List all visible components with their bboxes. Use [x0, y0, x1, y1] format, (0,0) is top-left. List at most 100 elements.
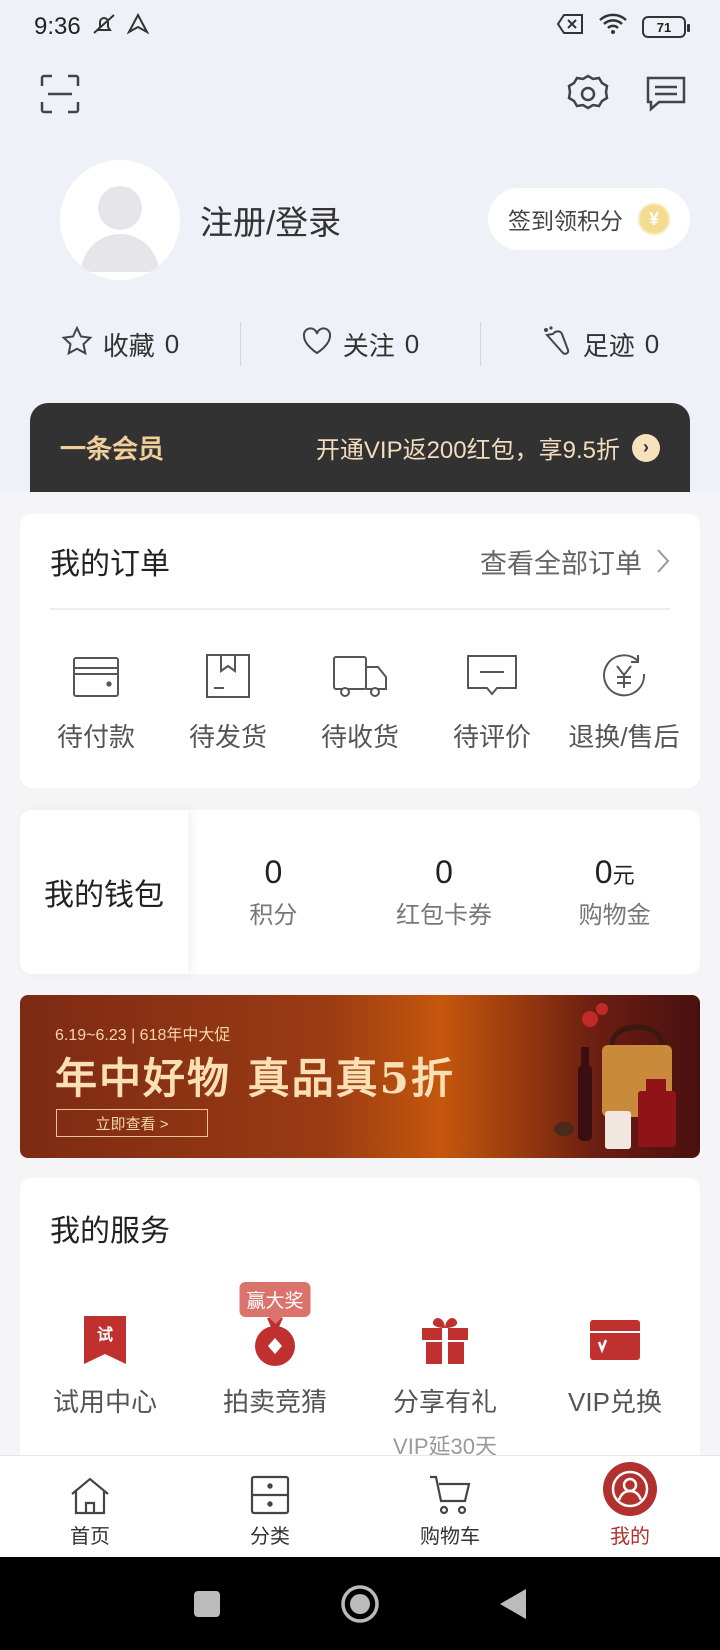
stats-row: 收藏 0 关注 0 足迹 0 [0, 316, 720, 372]
wallet-points[interactable]: 0 积分 [188, 810, 359, 974]
stat-label: 关注 [342, 330, 395, 361]
service-share-gift[interactable]: 分享有礼 VIP延30天 [360, 1282, 530, 1461]
order-label: 退换/售后 [568, 722, 680, 752]
tab-cart[interactable]: 购物车 [360, 1456, 540, 1557]
tab-label: 首页 [70, 1526, 110, 1548]
order-pending-review[interactable]: 待评价 [426, 652, 558, 754]
navigation-icon [126, 12, 150, 42]
wallet-card: 我的钱包 0 积分 0 红包卡券 0元 购物金 [20, 810, 700, 974]
home-icon [71, 1477, 109, 1515]
wallet-shopping-credit[interactable]: 0元 购物金 [529, 810, 700, 974]
status-time: 9:36 [34, 13, 81, 40]
star-icon [61, 325, 93, 364]
stat-following[interactable]: 关注 0 [240, 316, 480, 372]
order-pending-receipt[interactable]: 待收货 [294, 652, 426, 754]
orders-card: 我的订单 查看全部订单 待付款 待发货 待收货 待评价 退换/售后 [20, 514, 700, 788]
vip-card-icon [590, 1320, 640, 1360]
refund-icon [600, 652, 648, 705]
checkin-label: 签到领积分 [508, 208, 623, 234]
tab-label: 我的 [610, 1526, 650, 1548]
recents-icon[interactable] [192, 1589, 222, 1619]
order-refund-aftersale[interactable]: 退换/售后 [558, 652, 690, 754]
order-pending-payment[interactable]: 待付款 [30, 652, 162, 754]
vip-membership-bar[interactable]: 一条会员 开通VIP返200红包，享9.5折 › [30, 403, 690, 492]
footprint-icon [541, 325, 573, 364]
home-circle-icon[interactable] [340, 1584, 380, 1624]
orders-title: 我的订单 [50, 548, 170, 581]
wallet-coupons[interactable]: 0 红包卡券 [359, 810, 530, 974]
system-navigation-bar [0, 1557, 720, 1650]
order-label: 待付款 [56, 722, 135, 752]
wallet-label: 购物金 [578, 902, 651, 929]
wallet-unit: 元 [612, 863, 635, 888]
view-all-orders-link[interactable]: 查看全部订单 [480, 542, 670, 581]
services-list: 试 试用中心 赢大奖 拍卖竞猜 分享有礼 VIP延30天 VIP兑换 [20, 1282, 700, 1461]
services-title: 我的服务 [50, 1215, 170, 1248]
stat-label: 足迹 [582, 330, 635, 361]
wallet-items: 0 积分 0 红包卡券 0元 购物金 [188, 810, 700, 974]
settings-gear-icon[interactable] [566, 72, 610, 116]
wallet-icon [71, 652, 121, 705]
svg-text:试: 试 [97, 1325, 113, 1344]
mute-icon [91, 12, 117, 43]
order-status-list: 待付款 待发货 待收货 待评价 退换/售后 [20, 610, 700, 754]
category-icon [250, 1475, 290, 1515]
banner-view-button[interactable]: 立即查看 > [56, 1109, 208, 1137]
wallet-value: 0 [264, 854, 283, 890]
coin-icon: ¥ [638, 203, 670, 235]
service-label: 拍卖竞猜 [222, 1387, 327, 1417]
view-all-orders-label: 查看全部订单 [480, 548, 642, 579]
sim-off-icon [556, 13, 584, 42]
heart-icon [301, 326, 333, 363]
wallet-label: 积分 [249, 902, 298, 929]
stat-count: 0 [644, 328, 660, 359]
tab-home[interactable]: 首页 [0, 1456, 180, 1557]
comment-icon [465, 652, 519, 705]
stat-footprints[interactable]: 足迹 0 [480, 316, 720, 372]
chevron-right-icon: › [632, 433, 660, 462]
truck-icon [331, 652, 389, 705]
order-label: 待发货 [188, 722, 267, 752]
scan-icon[interactable] [38, 72, 82, 116]
avatar[interactable] [60, 160, 180, 280]
prize-badge: 赢大奖 [239, 1282, 311, 1317]
order-label: 待收货 [320, 722, 399, 752]
package-icon [204, 652, 252, 705]
stat-label: 收藏 [102, 330, 155, 361]
service-trial-center[interactable]: 试 试用中心 [20, 1282, 190, 1461]
top-toolbar [38, 72, 688, 116]
services-card: 我的服务 试 试用中心 赢大奖 拍卖竞猜 分享有礼 VIP延30天 VIP兑换 [20, 1178, 700, 1468]
stat-count: 0 [404, 328, 420, 359]
wallet-value: 0 [435, 854, 453, 890]
service-auction[interactable]: 赢大奖 拍卖竞猜 [190, 1282, 360, 1461]
tab-label: 分类 [250, 1526, 290, 1548]
checkin-button[interactable]: 签到领积分 ¥ [488, 188, 690, 250]
vip-promo-text: 开通VIP返200红包，享9.5折 [315, 437, 620, 464]
stat-count: 0 [164, 328, 180, 359]
wallet-label: 红包卡券 [396, 902, 492, 929]
user-icon [603, 1462, 657, 1516]
back-icon[interactable] [498, 1587, 528, 1621]
wallet-title: 我的钱包 [20, 810, 188, 974]
promo-banner[interactable]: 6.19~6.23 | 618年中大促 年中好物 真品真5折 立即查看 > [20, 995, 700, 1158]
banner-subtitle: 6.19~6.23 | 618年中大促 [55, 1027, 231, 1044]
order-pending-shipment[interactable]: 待发货 [162, 652, 294, 754]
banner-products-image [554, 1003, 676, 1149]
service-vip-exchange[interactable]: VIP兑换 [530, 1282, 700, 1461]
stat-favorites[interactable]: 收藏 0 [0, 316, 240, 372]
message-icon[interactable] [644, 72, 688, 116]
chevron-right-icon [657, 549, 670, 573]
tab-label: 购物车 [420, 1526, 480, 1548]
status-bar: 9:36 71 [0, 0, 720, 54]
service-label: 试用中心 [52, 1387, 157, 1417]
vip-title: 一条会员 [60, 434, 165, 464]
tab-mine[interactable]: 我的 [540, 1456, 720, 1557]
battery-icon: 71 [642, 16, 690, 38]
bottom-tab-bar: 首页 分类 购物车 我的 [0, 1455, 720, 1557]
service-label: VIP兑换 [568, 1387, 662, 1417]
login-register-link[interactable]: 注册/登录 [200, 196, 341, 244]
order-label: 待评价 [452, 722, 531, 752]
orders-header: 我的订单 查看全部订单 [50, 514, 670, 610]
service-label: 分享有礼 [392, 1387, 497, 1417]
tab-category[interactable]: 分类 [180, 1456, 360, 1557]
